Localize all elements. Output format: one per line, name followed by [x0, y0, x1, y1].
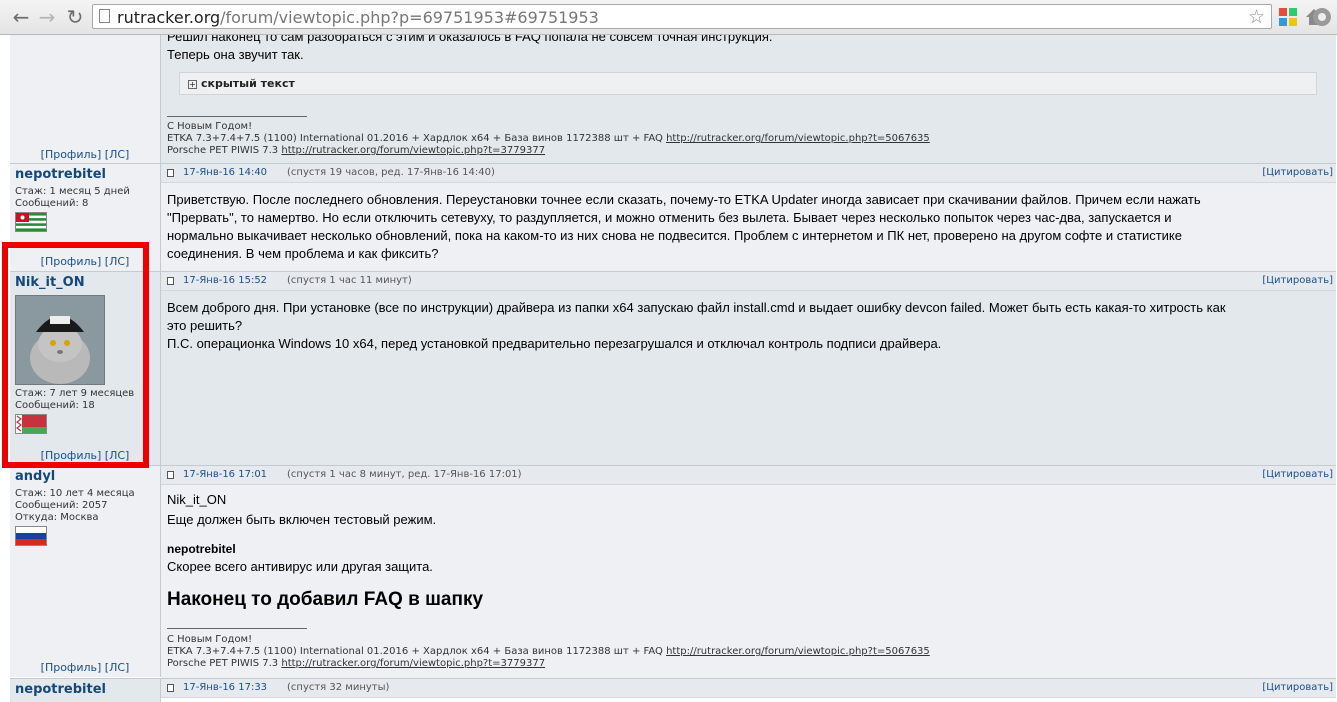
forward-arrow-icon[interactable]: →: [34, 4, 60, 30]
abkhazia-flag-icon: [15, 212, 47, 232]
author-messages: Сообщений: 8: [15, 198, 89, 209]
signature-porsche-link[interactable]: http://rutracker.org/forum/viewtopic.php…: [281, 145, 545, 156]
author-stazh: Стаж: 1 месяц 5 дней: [15, 186, 130, 197]
post-text-line: Еще должен быть включен тестовый режим.: [167, 512, 437, 527]
post-edit-info: (спустя 19 часов, ред. 17-Янв-16 14:40): [287, 167, 495, 178]
settings-wrench-icon[interactable]: [1311, 6, 1333, 28]
extension-icon[interactable]: [1277, 6, 1299, 28]
signature-etka: ETKA 7.3+7.4+7.5 (1100) International 01…: [167, 133, 930, 144]
signature-etka-link[interactable]: http://rutracker.org/forum/viewtopic.php…: [666, 646, 930, 657]
post-text-line: "Прервать", то намертво. Но если отключи…: [167, 210, 1172, 225]
post-text-line: соединения. В чем проблема и как фиксить…: [167, 246, 439, 261]
post-text-line: Всем доброго дня. При установке (все по …: [167, 300, 1226, 315]
url-text[interactable]: rutracker.org/forum/viewtopic.php?p=6975…: [117, 8, 599, 27]
signature-divider: [167, 116, 307, 117]
post-author-cell: [10, 35, 161, 146]
highlight-box: [2, 242, 149, 468]
post-header: 17-Янв-16 15:52 (спустя 1 час 11 минут) …: [161, 272, 1336, 291]
signature-greeting: С Новым Годом!: [167, 121, 253, 132]
quote-button[interactable]: [Цитировать]: [1262, 466, 1333, 484]
post-icon: [167, 169, 174, 177]
quote-author-name: Nik_it_ON: [167, 492, 227, 507]
reload-icon[interactable]: ↻: [62, 4, 88, 30]
pm-link[interactable]: [ЛС]: [105, 148, 130, 161]
author-nick[interactable]: nepotrebitel: [15, 167, 106, 182]
author-nick[interactable]: nepotrebitel: [15, 682, 106, 697]
signature-porsche-link[interactable]: http://rutracker.org/forum/viewtopic.php…: [281, 658, 545, 669]
post-icon: [167, 471, 174, 479]
post-author-cell: nepotrebitel Стаж: 1 месяц 5 дней Сообще…: [10, 164, 161, 253]
post-header: 17-Янв-16 17:01 (спустя 1 час 8 минут, р…: [161, 466, 1336, 485]
signature-etka: ETKA 7.3+7.4+7.5 (1100) International 01…: [167, 646, 930, 657]
post-body-cell: Nik_it_ON Еще должен быть включен тестов…: [161, 485, 1336, 678]
post-header: 17-Янв-16 17:33 (спустя 32 минуты) [Цити…: [161, 679, 1336, 698]
post-author-cell: andyl Стаж: 10 лет 4 месяца Сообщений: 2…: [10, 466, 161, 658]
signature-porsche: Porsche PET PIWIS 7.3 http://rutracker.o…: [167, 145, 546, 156]
post-headline: Наконец то добавил FAQ в шапку: [167, 589, 484, 610]
post-text-line: Скорее всего антивирус или другая защита…: [167, 559, 433, 574]
signature-porsche: Porsche PET PIWIS 7.3 http://rutracker.o…: [167, 658, 546, 669]
post-icon: [167, 277, 174, 285]
back-arrow-icon[interactable]: ←: [8, 4, 34, 30]
post-edit-info: (спустя 1 час 11 минут): [287, 275, 412, 286]
quote-button[interactable]: [Цитировать]: [1262, 679, 1333, 697]
signature-greeting: С Новым Годом!: [167, 634, 253, 645]
forum-thread: Решил наконец то сам разобраться с этим …: [10, 35, 1336, 702]
post-text-line: Теперь она звучит так.: [167, 47, 304, 62]
russia-flag-icon: [15, 526, 47, 546]
post-date-link[interactable]: 17-Янв-16 17:33: [183, 679, 267, 697]
post-body-cell: Всем доброго дня. При установке (все по …: [161, 291, 1336, 465]
profile-link[interactable]: [Профиль]: [41, 661, 102, 674]
quote-button[interactable]: [Цитировать]: [1262, 164, 1333, 182]
author-nick[interactable]: andyl: [15, 469, 55, 484]
post-icon: [167, 684, 174, 692]
post-date-link[interactable]: 17-Янв-16 14:40: [183, 164, 267, 182]
author-stazh: Стаж: 10 лет 4 месяца: [15, 488, 135, 499]
author-messages: Сообщений: 2057: [15, 500, 108, 511]
page-icon: [99, 9, 110, 23]
post-text-line: это решить?: [167, 318, 243, 333]
post-edit-info: (спустя 1 час 8 минут, ред. 17-Янв-16 17…: [287, 469, 522, 480]
spoiler-toggle[interactable]: + скрытый текст: [179, 72, 1317, 95]
page-content: Решил наконец то сам разобраться с этим …: [0, 35, 1337, 702]
signature-divider: [167, 628, 307, 629]
profile-links: [Профиль] [ЛС]: [10, 145, 161, 164]
post-text-line: П.С. операционка Windows 10 x64, перед у…: [167, 336, 942, 351]
post-edit-info: (спустя 32 минуты): [287, 682, 390, 693]
post-header: 17-Янв-16 14:40 (спустя 19 часов, ред. 1…: [161, 164, 1336, 183]
bookmark-star-icon[interactable]: ☆: [1248, 6, 1265, 28]
post-author-cell: nepotrebitel: [10, 679, 161, 702]
post-text-line: Приветствую. После последнего обновления…: [167, 192, 1201, 207]
post-text-line: Решил наконец то сам разобраться с этим …: [167, 35, 773, 44]
post-text-line: нормально выкачивает несколько обновлени…: [167, 228, 1182, 243]
profile-link[interactable]: [Профиль]: [41, 148, 102, 161]
signature-etka-link[interactable]: http://rutracker.org/forum/viewtopic.php…: [666, 133, 930, 144]
quote-button[interactable]: [Цитировать]: [1262, 272, 1333, 290]
profile-links: [Профиль] [ЛС]: [10, 658, 161, 677]
expand-plus-icon: +: [188, 80, 197, 89]
post-body-cell: Решил наконец то сам разобраться с этим …: [161, 35, 1336, 163]
post-date-link[interactable]: 17-Янв-16 15:52: [183, 272, 267, 290]
address-bar[interactable]: rutracker.org/forum/viewtopic.php?p=6975…: [92, 4, 1272, 29]
post-body-cell: Приветствую. После последнего обновления…: [161, 183, 1336, 271]
author-location: Откуда: Москва: [15, 512, 99, 523]
post-date-link[interactable]: 17-Янв-16 17:01: [183, 466, 267, 484]
browser-toolbar: ← → ↻ rutracker.org/forum/viewtopic.php?…: [0, 0, 1337, 35]
quote-author-name: nepotrebitel: [167, 542, 236, 556]
pm-link[interactable]: [ЛС]: [105, 661, 130, 674]
